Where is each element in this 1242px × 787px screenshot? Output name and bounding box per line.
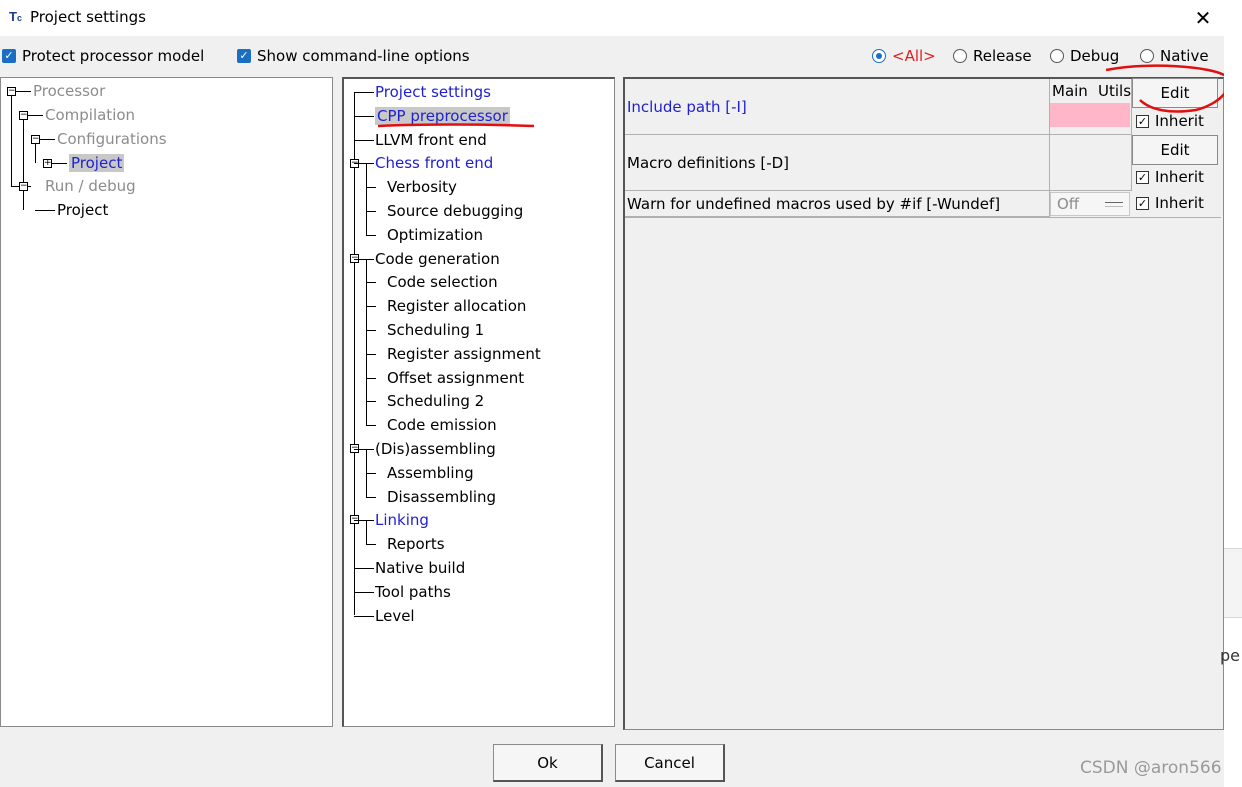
cancel-button[interactable]: Cancel xyxy=(615,744,725,782)
ok-button[interactable]: Ok xyxy=(493,744,603,782)
red-annotation xyxy=(377,64,1231,128)
background-text-fragment: pe xyxy=(1220,646,1240,665)
watermark: CSDN @aron566 xyxy=(1080,758,1222,778)
background-window xyxy=(1224,0,1242,787)
background-window-panel xyxy=(1224,548,1242,618)
